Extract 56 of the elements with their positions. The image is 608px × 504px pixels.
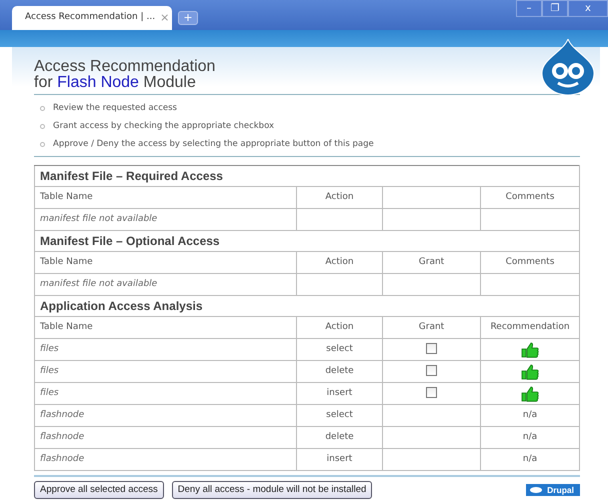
table-cell: files [34, 382, 296, 404]
new-tab-button[interactable]: + [178, 11, 198, 25]
tab-title: Access Recommendation | ... [25, 11, 156, 24]
table-cell: n/a [480, 448, 580, 470]
table-cell: flashnode [34, 448, 296, 470]
table-cell: select [296, 338, 382, 360]
column-header: Table Name [34, 252, 296, 274]
section-heading: Manifest File – Required Access [34, 166, 580, 186]
thumbs-up-icon [521, 342, 539, 358]
bullet-icon [40, 106, 45, 110]
browser-tab[interactable]: Access Recommendation | ... × [12, 6, 172, 30]
deny-button[interactable]: Deny all access - module will not be installed [172, 481, 372, 500]
drupal-badge[interactable]: Drupal [526, 484, 580, 496]
step-text: Review the requested access [53, 102, 177, 114]
grant-checkbox[interactable] [426, 386, 437, 398]
step-text: Grant access by checking the appropriate checkbox [53, 120, 274, 132]
table-cell: select [296, 404, 382, 426]
table-cell: insert [296, 382, 382, 404]
section-heading: Manifest File – Optional Access [34, 230, 580, 252]
drupal-logo [542, 39, 594, 95]
column-header: Table Name [34, 186, 296, 208]
table-cell: files [34, 338, 296, 360]
table-cell: files [34, 360, 296, 382]
bullet-icon [40, 124, 45, 128]
thumbs-up-icon [521, 364, 539, 380]
table-cell: n/a [480, 426, 580, 448]
column-header: Grant [382, 316, 480, 338]
column-header: Action [296, 316, 382, 338]
page-title: Access Recommendation [34, 59, 216, 75]
bullet-icon [40, 142, 45, 146]
table-cell: flashnode [34, 404, 296, 426]
table-cell: insert [296, 448, 382, 470]
column-header: Grant [382, 252, 480, 274]
table-cell: delete [296, 360, 382, 382]
section-heading: Application Access Analysis [34, 296, 580, 316]
restore-button[interactable]: ❐ [542, 0, 568, 17]
table-cell: manifest file not available [34, 208, 296, 230]
table-cell: delete [296, 426, 382, 448]
column-header: Recommendation [480, 316, 580, 338]
column-header: Action [296, 252, 382, 274]
table-cell: n/a [480, 404, 580, 426]
minimize-button[interactable]: – [516, 0, 542, 17]
tab-close-button[interactable]: × [160, 10, 170, 26]
page-subtitle: for Flash Node Module [34, 75, 197, 91]
column-header: Action [296, 186, 382, 208]
column-header: Comments [480, 186, 580, 208]
step-text: Approve / Deny the access by selecting the appropriate button of this page [53, 138, 374, 150]
grant-checkbox[interactable] [426, 342, 437, 354]
approve-button[interactable]: Approve all selected access [34, 481, 164, 500]
table-cell: flashnode [34, 426, 296, 448]
close-button[interactable]: x [568, 0, 608, 17]
grant-checkbox[interactable] [426, 364, 437, 376]
table-cell: manifest file not available [34, 274, 296, 296]
column-header: Comments [480, 252, 580, 274]
thumbs-up-icon [521, 386, 539, 402]
column-header: Table Name [34, 316, 296, 338]
